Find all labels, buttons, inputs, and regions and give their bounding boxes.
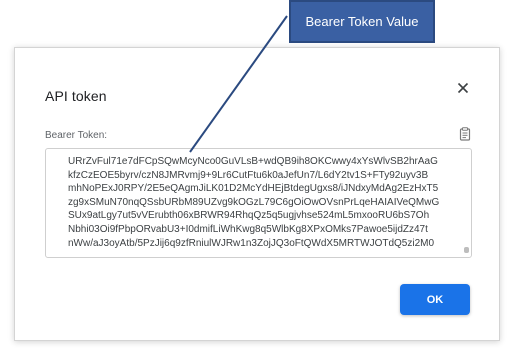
textarea-scrollbar[interactable] xyxy=(464,151,469,255)
api-token-dialog: API token Bearer Token: URrZvFul71e7dFCp… xyxy=(14,47,500,341)
token-line: URrZvFul71e7dFCpSQwMcyNco0GuVLsB+wdQB9ih… xyxy=(68,156,438,167)
bearer-token-textarea[interactable]: URrZvFul71e7dFCpSQwMcyNco0GuVLsB+wdQB9ih… xyxy=(45,148,472,258)
token-line: SUx9atLgy7ut5vVErubth06xBRWR94RhqQz5q5ug… xyxy=(68,210,430,222)
token-line: zg9xSMuN70nqQSsbURbM89UZvg9kOGzL79C6gOiO… xyxy=(68,196,440,208)
token-line: mhNoPExJ0RPY/2E5eQAgmJiLK01D2McYdHEjBtde… xyxy=(68,183,439,195)
token-line: kfzCzEOE5byrv/czN8JMRvmj9+9Lr6CutFtu6k0a… xyxy=(68,169,429,181)
token-line: nWw/aJ3oyAtb/5PzJij6q9zfRniulWJRw1n3ZojJ… xyxy=(68,237,435,249)
copy-button[interactable] xyxy=(459,127,471,141)
scrollbar-thumb[interactable] xyxy=(464,247,469,253)
copy-icon xyxy=(459,127,471,141)
close-icon xyxy=(457,82,469,94)
token-line: Nbhi03Oi9fPbpORvabU3+I0dmifLiWhKwg8q5Wlb… xyxy=(68,223,428,235)
annotation-callout: Bearer Token Value xyxy=(289,0,435,43)
screenshot-stage: API token Bearer Token: URrZvFul71e7dFCp… xyxy=(0,0,512,348)
bearer-token-label: Bearer Token: xyxy=(45,130,108,141)
dialog-title: API token xyxy=(45,88,107,104)
ok-button[interactable]: OK xyxy=(400,284,470,315)
close-button[interactable] xyxy=(453,78,473,98)
